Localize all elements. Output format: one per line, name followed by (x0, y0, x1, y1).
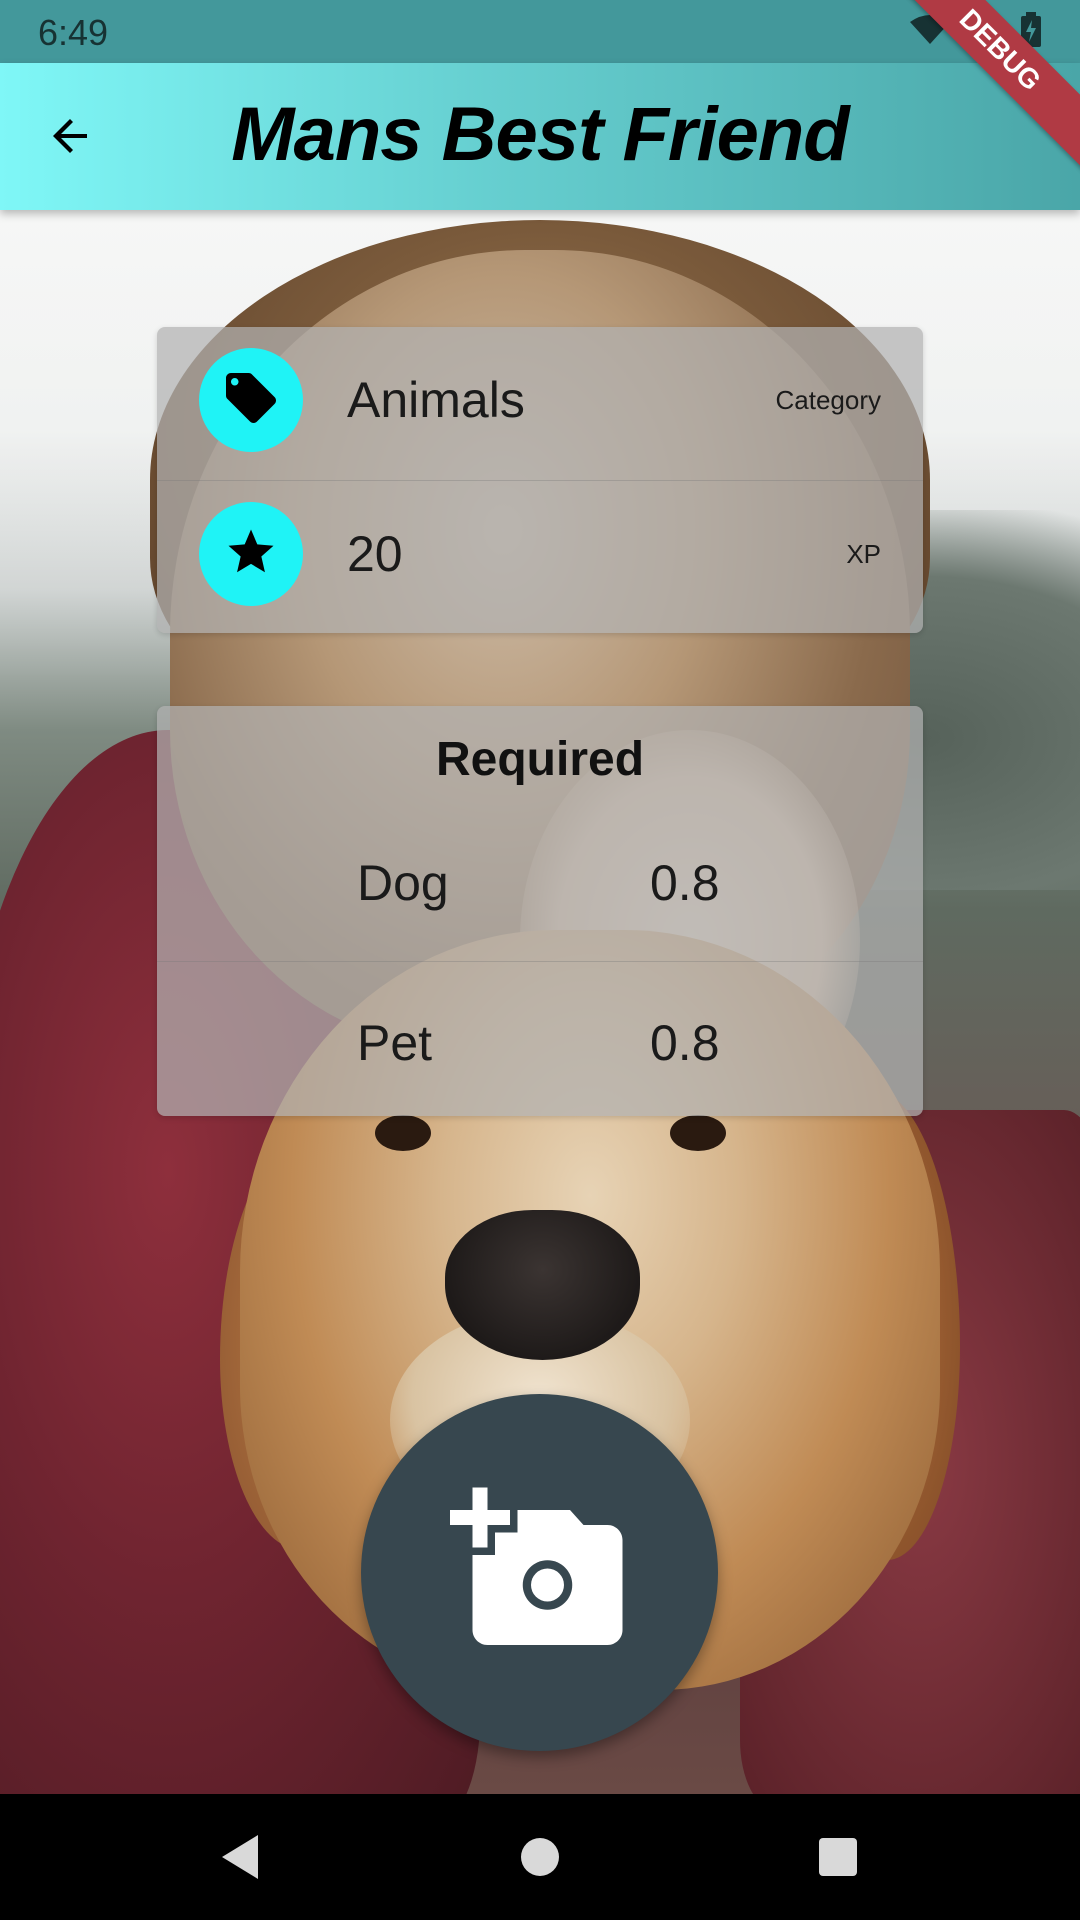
xp-icon-circle (199, 502, 303, 606)
triangle-back-icon (218, 1833, 262, 1886)
category-label: Category (775, 385, 882, 415)
required-item-value: 0.8 (650, 1015, 720, 1071)
add-photo-button[interactable] (361, 1394, 718, 1751)
xp-label: XP (846, 539, 881, 569)
app-bar: Mans Best Friend (0, 63, 1080, 210)
nav-back-button[interactable] (205, 1824, 275, 1894)
system-nav-bar (0, 1794, 1080, 1920)
required-item-name: Pet (357, 1015, 433, 1071)
required-title: Required (435, 733, 645, 786)
square-recents-icon (816, 1835, 860, 1884)
divider (157, 961, 923, 962)
xp-row: 20 XP (157, 480, 923, 633)
xp-value: 20 (347, 526, 403, 582)
nav-home-button[interactable] (505, 1824, 575, 1894)
required-item-name: Dog (357, 855, 449, 911)
page-title: Mans Best Friend (231, 92, 849, 177)
required-card: Required Dog 0.8 Pet 0.8 (157, 706, 923, 1116)
info-card: Animals Category 20 XP (157, 327, 923, 633)
nav-recents-button[interactable] (803, 1824, 873, 1894)
circle-home-icon (518, 1835, 562, 1884)
add-photo-icon (449, 1480, 630, 1665)
category-row: Animals Category (157, 327, 923, 480)
status-bar: 6:49 (0, 0, 1080, 63)
required-item-value: 0.8 (650, 855, 720, 911)
star-icon (224, 525, 278, 584)
category-icon-circle (199, 348, 303, 452)
tag-icon (221, 368, 281, 433)
category-value: Animals (347, 372, 525, 428)
status-time: 6:49 (38, 12, 109, 53)
